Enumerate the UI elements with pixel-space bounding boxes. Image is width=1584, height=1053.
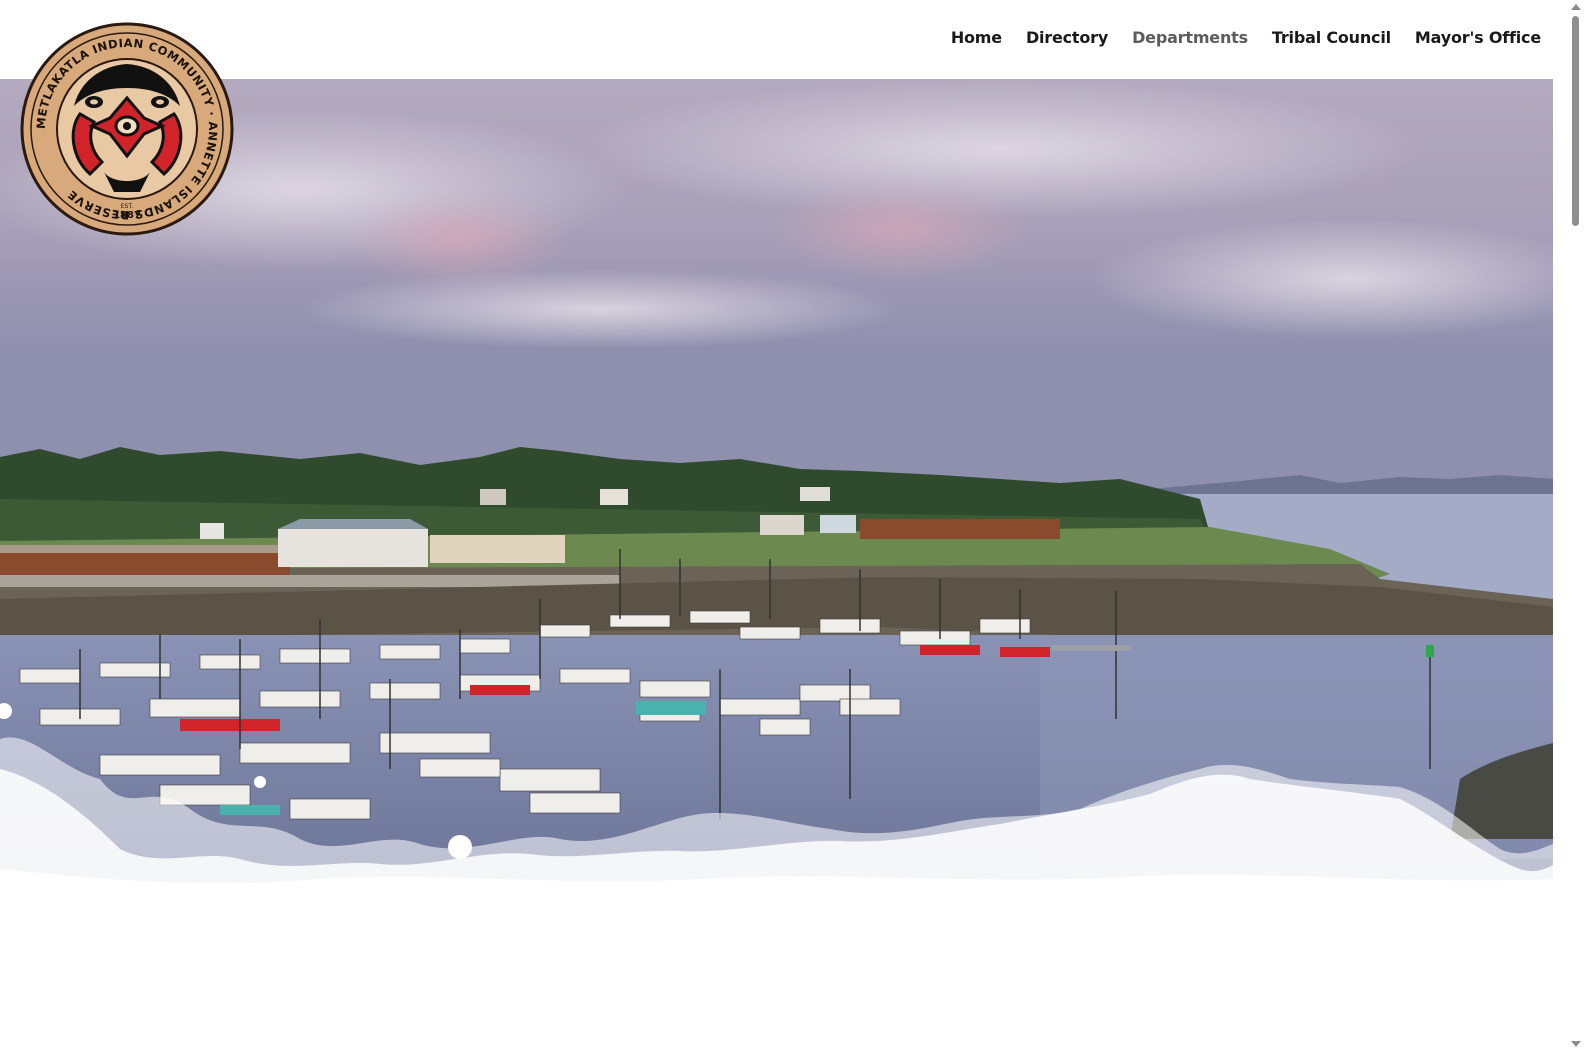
nav-tribal-council[interactable]: Tribal Council — [1272, 28, 1391, 47]
nav-mayors-office[interactable]: Mayor's Office — [1415, 28, 1541, 47]
scroll-down-arrow-icon[interactable] — [1571, 1041, 1581, 1047]
nav-directory[interactable]: Directory — [1026, 28, 1108, 47]
community-seal-logo[interactable]: METLAKATLA INDIAN COMMUNITY · ANNETTE IS… — [20, 22, 234, 236]
page-scrollbar[interactable] — [1567, 0, 1584, 1053]
scroll-up-arrow-icon[interactable] — [1571, 4, 1581, 10]
nav-home[interactable]: Home — [951, 28, 1002, 47]
main-nav: Home Directory Departments Tribal Counci… — [951, 28, 1541, 47]
scroll-thumb[interactable] — [1572, 16, 1579, 226]
seal-year: 1887 — [113, 210, 141, 221]
nav-departments[interactable]: Departments — [1132, 28, 1248, 47]
seal-est-label: EST. — [121, 203, 134, 210]
